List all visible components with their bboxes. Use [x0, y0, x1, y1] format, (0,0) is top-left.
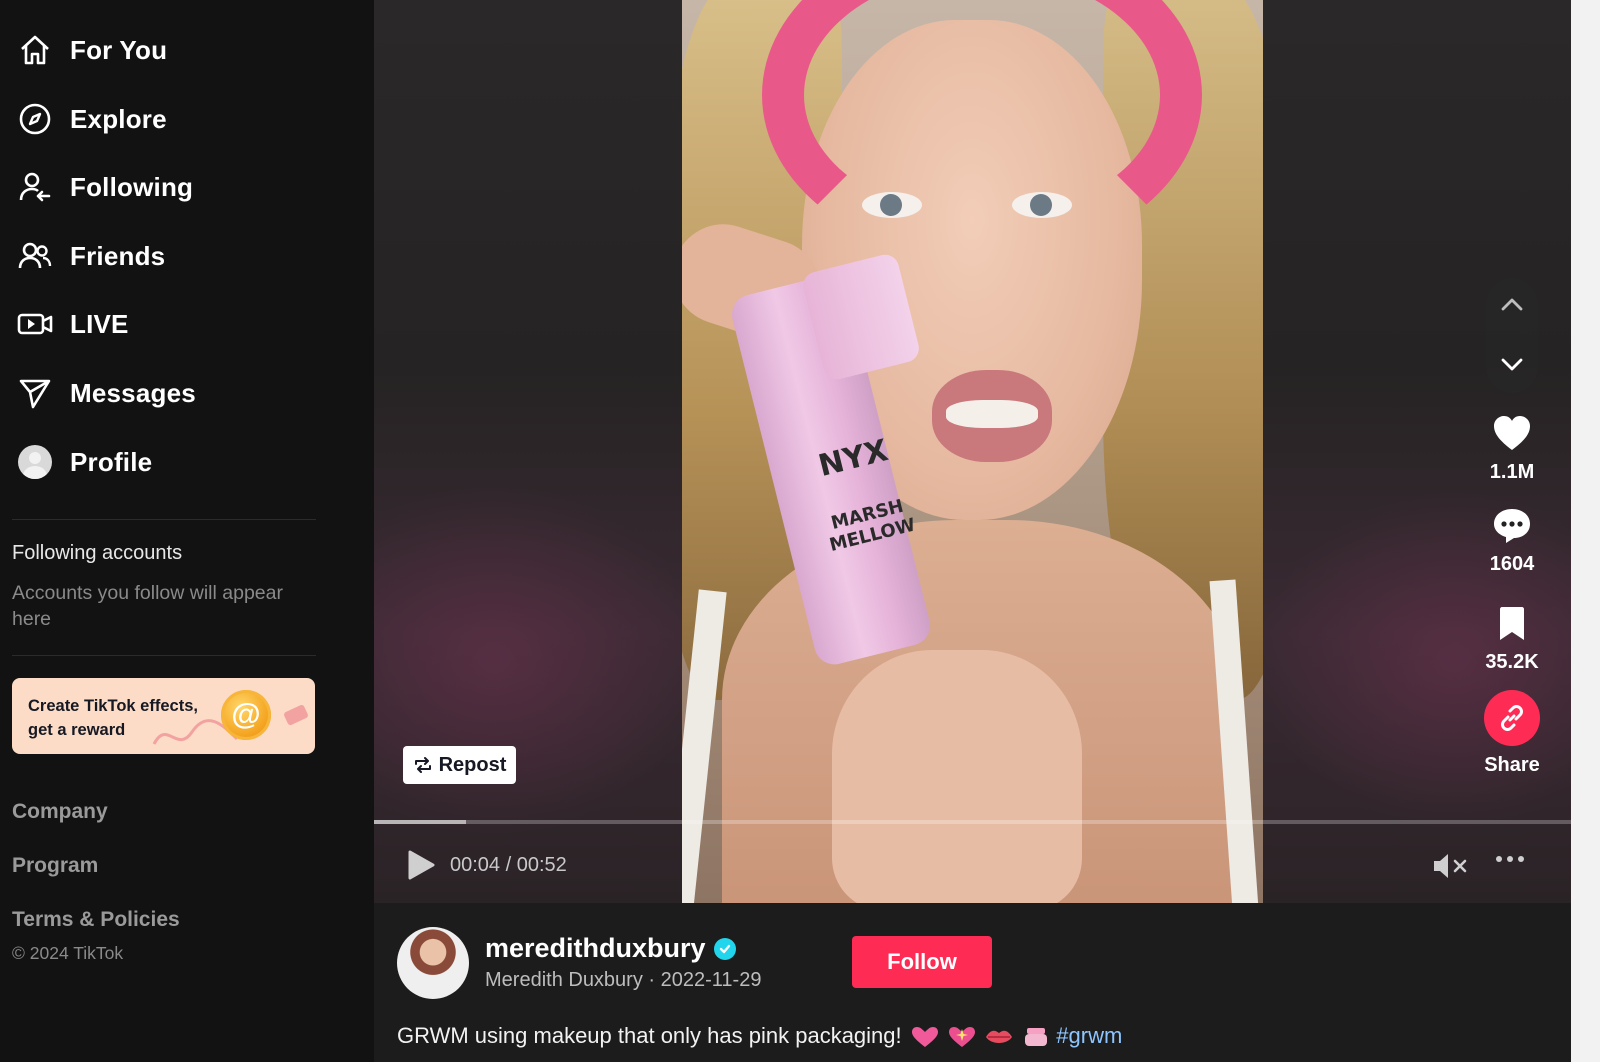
- video-player[interactable]: NYX MARSH MELLOW Repost 00:04 / 00:52 1.…: [374, 0, 1571, 903]
- divider: [12, 519, 316, 520]
- nav-label: LIVE: [70, 308, 129, 339]
- copyright: © 2024 TikTok: [12, 943, 124, 963]
- nav-following[interactable]: Following: [17, 165, 337, 209]
- main-feed: NYX MARSH MELLOW Repost 00:04 / 00:52 1.…: [374, 0, 1600, 1062]
- post-caption: GRWM using makeup that only has pink pac…: [397, 1023, 1122, 1049]
- creator-username-link[interactable]: meredithduxbury: [485, 933, 736, 964]
- share-circle: [1484, 690, 1540, 746]
- chevron-up-icon: [1501, 298, 1523, 311]
- footer-company[interactable]: Company: [12, 800, 108, 824]
- next-video-button[interactable]: [1500, 357, 1524, 378]
- user-following-icon: [17, 169, 53, 205]
- promo-line2: get a reward: [28, 721, 126, 739]
- live-camera-icon: [17, 306, 53, 342]
- creator-subline: Meredith Duxbury · 2022-11-29: [485, 969, 761, 992]
- like-button[interactable]: 1.1M: [1459, 414, 1565, 484]
- cosmetic-jar-icon: [1025, 1028, 1048, 1047]
- dot: [1518, 856, 1524, 862]
- more-options-button[interactable]: [1496, 856, 1524, 862]
- nav-live[interactable]: LIVE: [17, 302, 337, 346]
- post-info: meredithduxbury Meredith Duxbury · 2022-…: [374, 903, 1571, 1062]
- compass-icon: [17, 101, 53, 137]
- follow-button[interactable]: Follow: [852, 936, 992, 988]
- comment-icon: [1494, 509, 1530, 543]
- heart-icon: [1494, 416, 1530, 450]
- following-accounts-desc: Accounts you follow will appear here: [12, 582, 283, 630]
- following-accounts-title: Following accounts: [12, 542, 183, 564]
- repost-label: Repost: [438, 753, 507, 776]
- footer-terms[interactable]: Terms & Policies: [12, 908, 180, 932]
- comment-count: 1604: [1489, 553, 1535, 575]
- create-effects-promo[interactable]: Create TikTok effects, get a reward @: [12, 678, 315, 754]
- pink-heart-icon: [911, 1027, 938, 1048]
- previous-video-button[interactable]: [1500, 296, 1524, 317]
- promo-text: Create TikTok effects, get a reward: [28, 694, 228, 742]
- coin-icon: @: [221, 690, 271, 740]
- verified-badge-icon: [713, 937, 736, 960]
- save-count: 35.2K: [1485, 651, 1539, 673]
- sidebar: For You Explore Following Friends LIVE M…: [0, 0, 374, 1062]
- bookmark-icon: [1500, 607, 1524, 640]
- nav-label: Profile: [70, 446, 153, 477]
- creator-username: meredithduxbury: [485, 933, 706, 963]
- muted-speaker-icon: [1434, 854, 1467, 878]
- nav-for-you[interactable]: For You: [17, 28, 337, 72]
- nav-friends[interactable]: Friends: [17, 234, 337, 278]
- play-icon: [408, 850, 435, 880]
- like-count: 1.1M: [1489, 461, 1535, 483]
- nav-label: Explore: [70, 103, 167, 134]
- dot: [1507, 856, 1513, 862]
- nav-label: For You: [70, 34, 168, 65]
- friends-icon: [17, 238, 53, 274]
- nav-explore[interactable]: Explore: [17, 97, 337, 141]
- mute-button[interactable]: [1432, 852, 1470, 885]
- creator-display-name: Meredith Duxbury: [485, 969, 643, 991]
- post-date: 2022-11-29: [660, 969, 762, 991]
- lips-icon: [986, 1030, 1013, 1044]
- divider: [12, 655, 316, 656]
- video-progress-bar[interactable]: [374, 820, 1571, 824]
- home-icon: [17, 32, 53, 68]
- save-button[interactable]: 35.2K: [1459, 606, 1565, 674]
- share-button[interactable]: Share: [1459, 690, 1565, 777]
- dot: [1496, 856, 1502, 862]
- repost-button[interactable]: Repost: [403, 746, 516, 784]
- link-icon: [1501, 705, 1523, 731]
- video-progress-fill: [374, 820, 467, 824]
- creator-avatar[interactable]: [397, 927, 469, 999]
- caption-text: GRWM using makeup that only has pink pac…: [397, 1023, 902, 1048]
- chevron-down-icon: [1501, 358, 1523, 371]
- comment-button[interactable]: 1604: [1459, 506, 1565, 576]
- paper-plane-icon: [17, 375, 53, 411]
- profile-avatar-icon: [17, 444, 53, 480]
- nav-label: Messages: [70, 377, 196, 408]
- nav-label: Friends: [70, 240, 166, 271]
- repost-icon: [414, 757, 431, 773]
- share-label: Share: [1484, 754, 1540, 776]
- video-time: 00:04 / 00:52: [450, 854, 567, 876]
- nav-label: Following: [70, 171, 194, 202]
- footer-program[interactable]: Program: [12, 854, 98, 878]
- nav-messages[interactable]: Messages: [17, 371, 337, 415]
- hashtag-link[interactable]: #grwm: [1056, 1023, 1122, 1048]
- stripe-decoration: [283, 704, 309, 726]
- nav-profile[interactable]: Profile: [17, 440, 337, 484]
- promo-line1: Create TikTok effects,: [28, 697, 198, 715]
- page-edge: [1571, 0, 1600, 1062]
- sparkling-heart-icon: [948, 1027, 975, 1048]
- video-content: [832, 650, 1082, 903]
- video-frame: NYX MARSH MELLOW: [682, 0, 1263, 903]
- video-content: [932, 370, 1052, 462]
- separator: ·: [642, 969, 661, 991]
- play-button[interactable]: [406, 849, 436, 886]
